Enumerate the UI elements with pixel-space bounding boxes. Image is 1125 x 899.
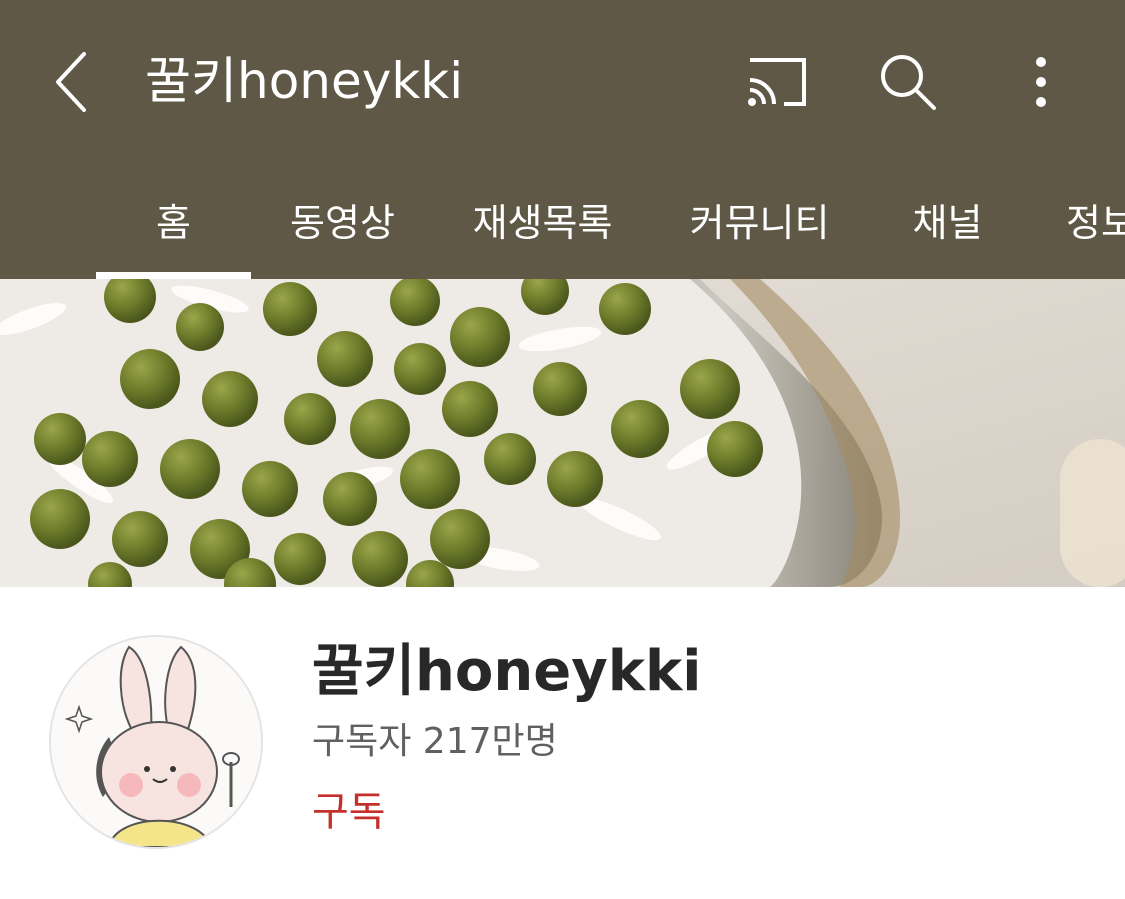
- subscriber-count: 구독자 217만명: [312, 721, 558, 762]
- cast-button[interactable]: [738, 44, 814, 120]
- banner-image: [0, 279, 1125, 587]
- back-button[interactable]: [40, 44, 104, 120]
- tab-playlists[interactable]: 재생목록: [455, 160, 630, 279]
- channel-name: 꿀키honeykki: [312, 639, 702, 704]
- tab-about[interactable]: 정보: [1040, 160, 1125, 279]
- app-title: 꿀키honeykki: [145, 52, 464, 110]
- selected-tab-indicator: [96, 272, 251, 279]
- tab-community[interactable]: 커뮤니티: [672, 160, 847, 279]
- chevron-left-icon: [56, 52, 86, 112]
- tab-bar: 홈 동영상 재생목록 커뮤니티 채널 정보: [0, 160, 1125, 279]
- tab-videos[interactable]: 동영상: [270, 160, 415, 279]
- channel-banner: [0, 279, 1125, 587]
- more-options-button[interactable]: [1003, 44, 1079, 120]
- cast-icon: [748, 58, 806, 106]
- more-vert-icon: [1036, 57, 1046, 107]
- app-bar: 꿀키honeykki: [0, 0, 1125, 160]
- channel-info: 꿀키honeykki 구독자 217만명 구독: [0, 587, 1125, 899]
- rabbit-avatar-illustration: [51, 637, 261, 847]
- tab-channels[interactable]: 채널: [890, 160, 1005, 279]
- channel-avatar[interactable]: [49, 635, 263, 849]
- subscribe-button[interactable]: 구독: [312, 785, 386, 839]
- tab-home[interactable]: 홈: [96, 160, 251, 279]
- search-icon: [881, 55, 936, 110]
- search-button[interactable]: [870, 44, 946, 120]
